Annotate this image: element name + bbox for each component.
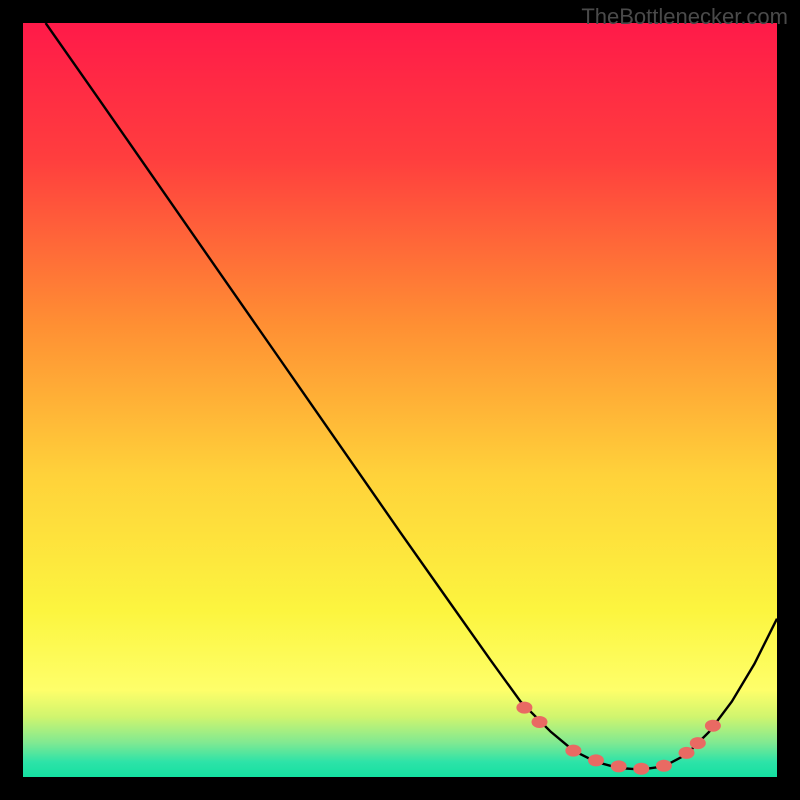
chart-svg	[23, 23, 777, 777]
marker-dot	[588, 754, 604, 766]
watermark-text: TheBottlenecker.com	[581, 4, 788, 30]
marker-dot	[656, 760, 672, 772]
marker-dot	[611, 760, 627, 772]
marker-dot	[679, 747, 695, 759]
heat-background	[23, 23, 777, 777]
plot-area	[23, 23, 777, 777]
marker-dot	[532, 716, 548, 728]
marker-dot	[516, 702, 532, 714]
marker-dot	[633, 763, 649, 775]
marker-dot	[705, 720, 721, 732]
marker-dot	[690, 737, 706, 749]
marker-dot	[565, 745, 581, 757]
